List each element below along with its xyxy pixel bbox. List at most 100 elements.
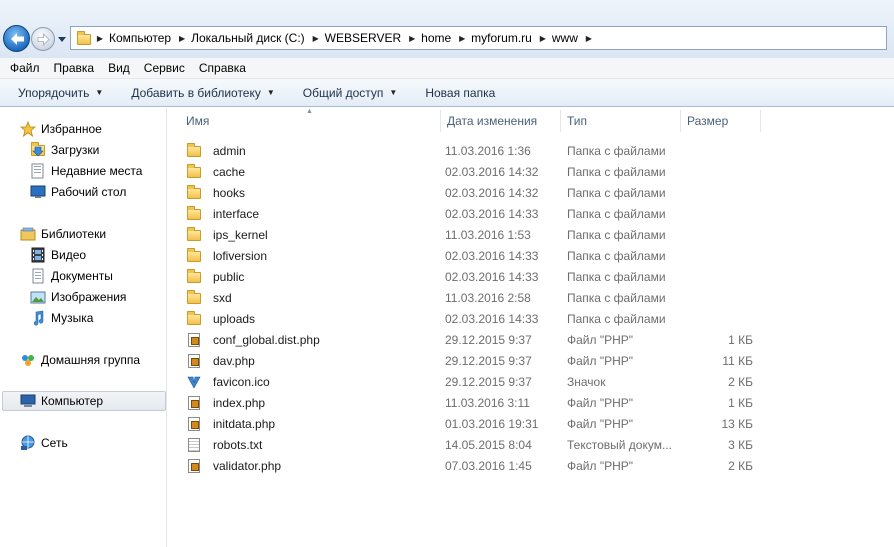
file-date-cell: 02.03.2016 14:33 bbox=[445, 248, 539, 263]
breadcrumb-item[interactable]: ▶ WEBSERVER bbox=[309, 31, 405, 45]
nav-item-homegroup[interactable]: Домашняя группа bbox=[20, 350, 140, 370]
share-button[interactable]: Общий доступ ▼ bbox=[295, 81, 406, 105]
file-date-cell: 11.03.2016 1:53 bbox=[445, 227, 531, 242]
file-date-cell: 07.03.2016 1:45 bbox=[445, 458, 532, 473]
nav-item-video[interactable]: Видео bbox=[30, 245, 86, 265]
nav-item-network[interactable]: Сеть bbox=[20, 433, 68, 453]
file-type-cell: Папка с файлами bbox=[567, 185, 666, 200]
picture-icon bbox=[30, 289, 46, 305]
folder-icon bbox=[186, 268, 202, 285]
breadcrumb[interactable]: ▶ Компьютер ▶ Локальный диск (C:) ▶ WEBS… bbox=[70, 26, 887, 50]
nav-item-downloads[interactable]: Загрузки bbox=[30, 140, 99, 160]
file-date-cell: 02.03.2016 14:32 bbox=[445, 164, 539, 179]
file-type-cell: Папка с файлами bbox=[567, 311, 666, 326]
folder-icon bbox=[75, 30, 93, 46]
share-label: Общий доступ bbox=[302, 85, 384, 100]
libraries-icon bbox=[20, 226, 36, 242]
new-folder-button[interactable]: Новая папка bbox=[417, 81, 503, 105]
file-row[interactable]: cache 02.03.2016 14:32 Папка с файлами bbox=[180, 161, 760, 182]
file-size-cell: 1 КБ bbox=[728, 332, 753, 347]
menu-file[interactable]: Файл bbox=[3, 61, 47, 75]
file-type-cell: Папка с файлами bbox=[567, 164, 666, 179]
music-note-icon bbox=[30, 310, 46, 326]
file-date-cell: 01.03.2016 19:31 bbox=[445, 416, 539, 431]
nav-item-pictures[interactable]: Изображения bbox=[30, 287, 126, 307]
homegroup-icon bbox=[20, 352, 36, 368]
chevron-right-icon[interactable]: ▶ bbox=[93, 34, 107, 43]
file-row[interactable]: index.php 11.03.2016 3:11 Файл "PHP" 1 КБ bbox=[180, 392, 760, 413]
column-header-name[interactable]: Имя bbox=[180, 108, 440, 134]
file-size-cell: 11 КБ bbox=[722, 353, 753, 368]
column-divider[interactable] bbox=[760, 110, 761, 132]
recent-pages-dropdown[interactable] bbox=[57, 34, 67, 44]
file-type-cell: Файл "PHP" bbox=[567, 332, 634, 347]
arrow-right-icon bbox=[37, 33, 50, 46]
breadcrumb-item[interactable]: ▶ myforum.ru bbox=[455, 31, 536, 45]
new-folder-label: Новая папка bbox=[425, 85, 496, 100]
column-header-date[interactable]: Дата изменения bbox=[441, 108, 561, 134]
breadcrumb-item[interactable]: ▶ Компьютер bbox=[93, 31, 175, 45]
chevron-right-icon[interactable]: ▶ bbox=[455, 34, 469, 43]
nav-item-libraries[interactable]: Библиотеки bbox=[20, 224, 106, 244]
file-name-cell: public bbox=[186, 266, 244, 287]
chevron-right-icon[interactable]: ▶ bbox=[309, 34, 323, 43]
menu-bar: Файл Правка Вид Сервис Справка bbox=[0, 58, 894, 79]
file-row[interactable]: conf_global.dist.php 29.12.2015 9:37 Файл … bbox=[180, 329, 760, 350]
organize-label: Упорядочить bbox=[18, 85, 90, 100]
file-size-cell bbox=[685, 245, 753, 266]
document-icon bbox=[30, 268, 46, 284]
address-bar-area: ▶ Компьютер ▶ Локальный диск (C:) ▶ WEBS… bbox=[0, 0, 894, 58]
organize-button[interactable]: Упорядочить ▼ bbox=[10, 81, 111, 105]
file-name-cell: lofiversion bbox=[186, 245, 267, 266]
chevron-right-icon[interactable]: ▶ bbox=[405, 34, 419, 43]
file-row[interactable]: initdata.php 01.03.2016 19:31 Файл "PHP" 13… bbox=[180, 413, 760, 434]
file-name-cell: index.php bbox=[186, 392, 265, 413]
file-size-cell: 2 КБ bbox=[728, 458, 753, 473]
back-button[interactable] bbox=[3, 25, 30, 52]
add-to-library-button[interactable]: Добавить в библиотеку ▼ bbox=[123, 81, 282, 105]
breadcrumb-item[interactable]: ▶ bbox=[582, 34, 596, 43]
column-header-size[interactable]: Размер bbox=[681, 108, 761, 134]
file-type-cell: Папка с файлами bbox=[567, 269, 666, 284]
downloads-folder-icon bbox=[30, 142, 46, 158]
file-row[interactable]: ips_kernel 11.03.2016 1:53 Папка с файлами bbox=[180, 224, 760, 245]
file-size-cell bbox=[685, 203, 753, 224]
file-row[interactable]: lofiversion 02.03.2016 14:33 Папка с файла… bbox=[180, 245, 760, 266]
forward-button[interactable] bbox=[31, 27, 55, 51]
menu-tools[interactable]: Сервис bbox=[137, 61, 192, 75]
column-header-type[interactable]: Тип bbox=[561, 108, 681, 134]
file-date-cell: 11.03.2016 3:11 bbox=[445, 395, 530, 410]
file-type-cell: Папка с файлами bbox=[567, 143, 666, 158]
caret-down-icon: ▼ bbox=[266, 88, 275, 97]
file-row[interactable]: hooks 02.03.2016 14:32 Папка с файлами bbox=[180, 182, 760, 203]
nav-item-documents[interactable]: Документы bbox=[30, 266, 113, 286]
file-row[interactable]: favicon.ico 29.12.2015 9:37 Значок 2 КБ bbox=[180, 371, 760, 392]
nav-item-computer[interactable]: Компьютер bbox=[2, 391, 166, 411]
chevron-right-icon[interactable]: ▶ bbox=[175, 34, 189, 43]
nav-item-music[interactable]: Музыка bbox=[30, 308, 93, 328]
menu-help[interactable]: Справка bbox=[192, 61, 253, 75]
menu-edit[interactable]: Правка bbox=[47, 61, 102, 75]
file-row[interactable]: public 02.03.2016 14:33 Папка с файлами bbox=[180, 266, 760, 287]
file-row[interactable]: admin 11.03.2016 1:36 Папка с файлами bbox=[180, 140, 760, 161]
nav-item-recent[interactable]: Недавние места bbox=[30, 161, 142, 181]
file-row[interactable]: robots.txt 14.05.2015 8:04 Текстовый докум… bbox=[180, 434, 760, 455]
breadcrumb-item[interactable]: ▶ www bbox=[536, 31, 582, 45]
file-row[interactable]: validator.php 07.03.2016 1:45 Файл "PHP" 2 … bbox=[180, 455, 760, 476]
nav-item-favorites[interactable]: Избранное bbox=[19, 119, 102, 139]
menu-view[interactable]: Вид bbox=[101, 61, 137, 75]
php-file-icon bbox=[186, 458, 202, 474]
caret-down-icon: ▼ bbox=[95, 88, 104, 97]
chevron-right-icon[interactable]: ▶ bbox=[536, 34, 550, 43]
breadcrumb-item[interactable]: ▶ home bbox=[405, 31, 455, 45]
text-file-icon bbox=[186, 437, 202, 453]
file-row[interactable]: uploads 02.03.2016 14:33 Папка с файлами bbox=[180, 308, 760, 329]
nav-item-desktop[interactable]: Рабочий стол bbox=[30, 182, 126, 202]
file-row[interactable]: dav.php 29.12.2015 9:37 Файл "PHP" 11 КБ bbox=[180, 350, 760, 371]
file-size-cell bbox=[685, 287, 753, 308]
file-row[interactable]: interface 02.03.2016 14:33 Папка с файлами bbox=[180, 203, 760, 224]
breadcrumb-item[interactable]: ▶ Локальный диск (C:) bbox=[175, 31, 309, 45]
chevron-right-icon[interactable]: ▶ bbox=[582, 34, 596, 43]
folder-icon bbox=[186, 247, 202, 264]
file-row[interactable]: sxd 11.03.2016 2:58 Папка с файлами bbox=[180, 287, 760, 308]
